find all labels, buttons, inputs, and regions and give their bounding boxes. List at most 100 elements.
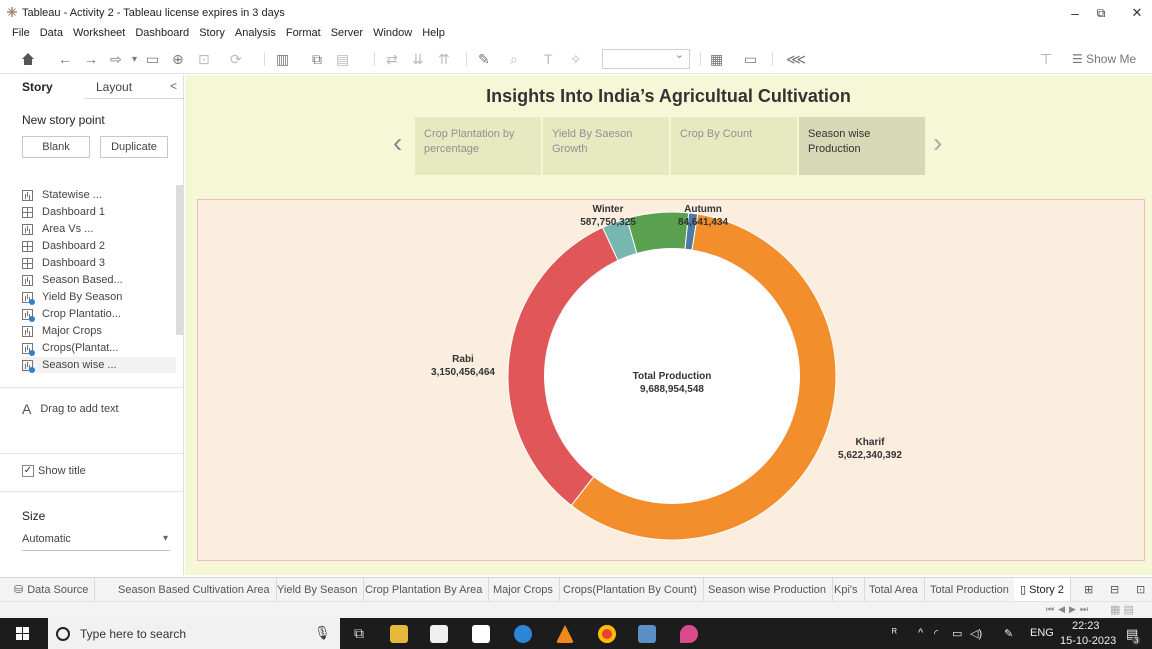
pin-icon[interactable]: ✧: [570, 50, 582, 68]
sheet-item-area-vs[interactable]: Area Vs ...: [22, 221, 93, 237]
tab-crops-plantation-by-count[interactable]: Crops(Plantation By Count): [557, 578, 704, 601]
collapse-panel-icon[interactable]: <: [170, 79, 177, 93]
taskbar-search[interactable]: Type here to search 🎙: [48, 618, 340, 649]
presentation-icon[interactable]: ▭: [744, 50, 757, 68]
highlight-icon[interactable]: ✎: [478, 50, 490, 68]
new-dashboard-tab-icon[interactable]: ⊟: [1104, 578, 1125, 601]
menu-story[interactable]: Story: [199, 26, 225, 42]
sheet-item-season-based[interactable]: Season Based...: [22, 272, 123, 288]
tab-story[interactable]: Story: [22, 80, 53, 94]
sheet-item-yield-by-season[interactable]: Yield By Season: [22, 289, 122, 305]
forward-icon[interactable]: →: [84, 50, 98, 68]
restore-button[interactable]: ⧉: [1084, 2, 1118, 24]
view-toggle-icon[interactable]: ▦ ▤: [1110, 603, 1134, 616]
close-button[interactable]: ✕: [1120, 2, 1152, 24]
file-explorer-icon[interactable]: [390, 625, 408, 643]
home-icon[interactable]: [20, 50, 36, 68]
volume-icon[interactable]: ◁): [970, 627, 982, 640]
clock-time[interactable]: 22:23: [1072, 620, 1100, 632]
network-icon[interactable]: ◜: [934, 627, 938, 640]
mail-icon[interactable]: [472, 625, 490, 643]
tab-kpis[interactable]: Kpi's: [828, 578, 865, 601]
refresh-icon[interactable]: ⟳: [230, 50, 242, 68]
sheet-item-dashboard-2[interactable]: Dashboard 2: [22, 238, 105, 254]
sheet-item-crops-plantation[interactable]: Crops(Plantat...: [22, 340, 118, 356]
menu-server[interactable]: Server: [331, 26, 363, 42]
sheet-item-dashboard-3[interactable]: Dashboard 3: [22, 255, 105, 271]
pin-off-icon[interactable]: ⊤: [1040, 50, 1052, 68]
tab-story-2[interactable]: ▯ Story 2: [1014, 578, 1071, 601]
sheet-item-crop-plantation[interactable]: Crop Plantatio...: [22, 306, 121, 322]
dropdown-arrow-icon[interactable]: ▾: [132, 50, 137, 68]
duplicate-sheet-icon[interactable]: ⧉: [312, 50, 322, 68]
save-icon[interactable]: ▭: [146, 50, 159, 68]
tab-data-source[interactable]: ⛁ Data Source: [8, 578, 96, 601]
sheet-item-season-wise[interactable]: Season wise ...: [22, 357, 176, 373]
tab-season-based-cultivation-area[interactable]: Season Based Cultivation Area: [112, 578, 277, 601]
tab-crop-plantation-by-area[interactable]: Crop Plantation By Area: [359, 578, 490, 601]
vlc-icon[interactable]: [556, 625, 574, 643]
new-story-tab-icon[interactable]: ⊡: [1130, 578, 1151, 601]
menu-analysis[interactable]: Analysis: [235, 26, 276, 42]
menu-dashboard[interactable]: Dashboard: [135, 26, 189, 42]
edge-icon[interactable]: [514, 625, 532, 643]
tab-layout[interactable]: Layout: [96, 80, 132, 94]
show-title-checkbox[interactable]: ✓ Show title: [22, 465, 86, 477]
pen-icon[interactable]: ✎: [1004, 627, 1013, 640]
attach-icon[interactable]: ⌕: [510, 50, 518, 68]
microphone-icon[interactable]: 🎙: [314, 625, 331, 641]
drag-to-add-text[interactable]: A Drag to add text: [22, 401, 119, 417]
sheet-list-scrollbar[interactable]: [176, 185, 183, 335]
back-icon[interactable]: ←: [58, 50, 72, 68]
tab-season-wise-production[interactable]: Season wise Production: [702, 578, 834, 601]
new-worksheet-tab-icon[interactable]: ⊞: [1078, 578, 1099, 601]
tab-yield-by-season[interactable]: Yield By Season: [271, 578, 365, 601]
menu-file[interactable]: File: [12, 26, 30, 42]
windows-start-icon[interactable]: [16, 627, 30, 641]
text-icon[interactable]: T: [544, 50, 553, 68]
redo-menu-icon[interactable]: ⇨: [110, 50, 122, 68]
menu-format[interactable]: Format: [286, 26, 321, 42]
clock-date[interactable]: 15-10-2023: [1060, 635, 1116, 647]
app-icon[interactable]: [680, 625, 698, 643]
new-worksheet-icon[interactable]: ▥: [276, 50, 289, 68]
menu-data[interactable]: Data: [40, 26, 63, 42]
size-dropdown[interactable]: Automatic: [22, 533, 170, 551]
tab-total-production[interactable]: Total Production: [924, 578, 1016, 601]
swap-icon[interactable]: ⇄: [386, 50, 398, 68]
story-point-crop-by-count[interactable]: Crop By Count: [671, 117, 797, 175]
next-story-point-icon[interactable]: ›: [933, 127, 942, 159]
story-point-season-wise-production[interactable]: Season wise Production: [799, 117, 925, 175]
story-point-yield-by-season[interactable]: Yield By Saeson Growth: [543, 117, 669, 175]
new-datasource-icon[interactable]: ⊕: [172, 50, 184, 68]
clear-sheet-icon[interactable]: ▤: [336, 50, 349, 68]
sheet-item-dashboard-1[interactable]: Dashboard 1: [22, 204, 105, 220]
story-point-crop-plantation[interactable]: Crop Plantation by percentage: [415, 117, 541, 175]
sheet-item-statewise[interactable]: Statewise ...: [22, 187, 102, 203]
task-view-icon[interactable]: ⧉: [354, 625, 372, 643]
show-me-button[interactable]: ☰ Show Me: [1072, 52, 1136, 66]
menu-help[interactable]: Help: [422, 26, 445, 42]
menu-worksheet[interactable]: Worksheet: [73, 26, 125, 42]
sort-descending-icon[interactable]: ⇈: [438, 50, 450, 68]
menu-window[interactable]: Window: [373, 26, 412, 42]
blank-button[interactable]: Blank: [22, 136, 90, 158]
sort-ascending-icon[interactable]: ⇊: [412, 50, 424, 68]
store-icon[interactable]: [430, 625, 448, 643]
paste-icon[interactable]: ⊡: [198, 50, 210, 68]
battery-icon[interactable]: ▭: [952, 627, 962, 640]
tab-total-area[interactable]: Total Area: [863, 578, 925, 601]
language-indicator[interactable]: ENG: [1030, 627, 1054, 639]
people-icon[interactable]: ᴿ: [892, 627, 897, 639]
show-cards-icon[interactable]: ▦: [710, 50, 723, 68]
share-icon[interactable]: ⋘: [786, 50, 806, 68]
previous-story-point-icon[interactable]: ‹: [393, 127, 402, 159]
duplicate-button[interactable]: Duplicate: [100, 136, 168, 158]
fit-dropdown[interactable]: [602, 48, 690, 69]
tab-major-crops[interactable]: Major Crops: [487, 578, 560, 601]
sheet-item-major-crops[interactable]: Major Crops: [22, 323, 102, 339]
chrome-icon[interactable]: [598, 625, 616, 643]
tray-chevron-icon[interactable]: ^: [918, 627, 923, 639]
tableau-taskbar-icon[interactable]: [638, 625, 656, 643]
sheet-nav-arrows-icon[interactable]: ⏮◀▶⏭: [1046, 604, 1092, 615]
